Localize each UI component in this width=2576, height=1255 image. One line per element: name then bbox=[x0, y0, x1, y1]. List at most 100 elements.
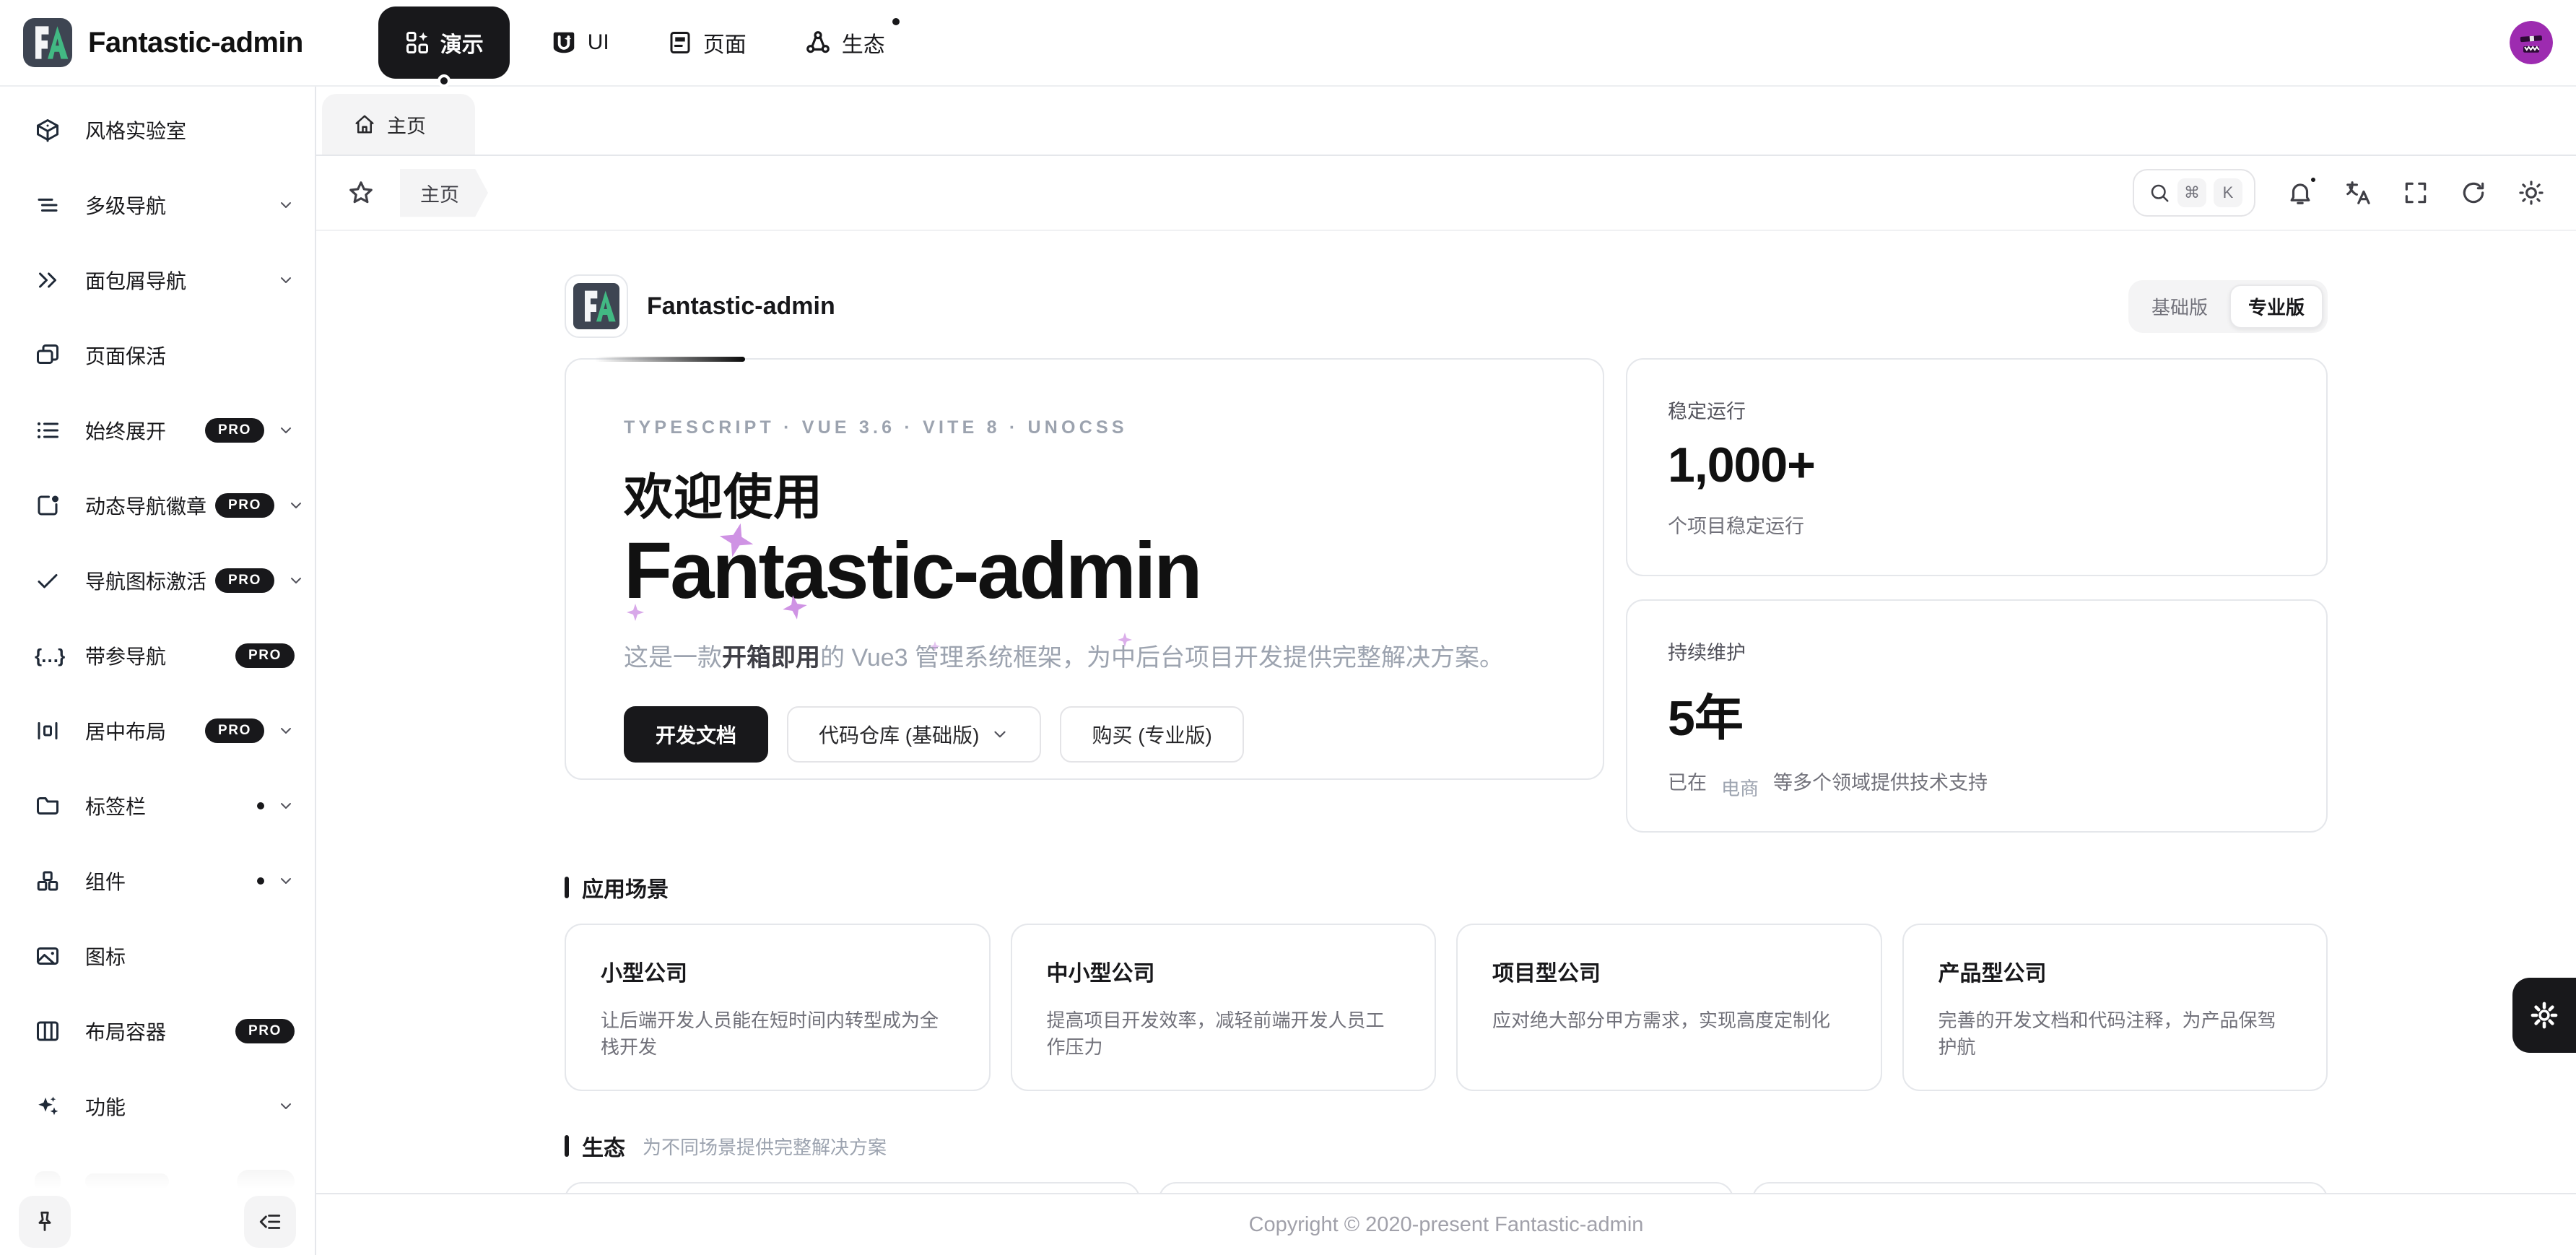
nav-item-label: 页面 bbox=[703, 27, 747, 58]
search-icon bbox=[2149, 182, 2170, 204]
section-bar bbox=[565, 877, 569, 898]
sidebar-item-dynamic-badge[interactable]: 动态导航徽章 PRO bbox=[0, 468, 315, 543]
center-layout-icon bbox=[35, 718, 61, 744]
brand-name: Fantastic-admin bbox=[88, 27, 303, 59]
refresh-icon bbox=[2460, 179, 2487, 207]
edition-basic[interactable]: 基础版 bbox=[2133, 285, 2227, 329]
footer: Copyright © 2020-present Fantastic-admin bbox=[316, 1193, 2576, 1255]
notifications-button[interactable] bbox=[2276, 168, 2325, 217]
scenarios-section: 应用场景 小型公司 让后端开发人员能在短时间内转型成为全栈开发 中小型公司 提高… bbox=[565, 872, 2328, 1091]
columns-icon bbox=[35, 1018, 61, 1044]
sidebar-bottom-bar bbox=[0, 1189, 315, 1255]
stat-label: 持续维护 bbox=[1668, 637, 2286, 665]
nav-item-ecosystem[interactable]: 生态 bbox=[787, 6, 902, 79]
sidebar-item-tabbar[interactable]: 标签栏 bbox=[0, 768, 315, 843]
chevron-down-icon bbox=[277, 872, 295, 890]
brand-logo-icon bbox=[23, 18, 72, 67]
favorite-button[interactable] bbox=[336, 168, 386, 217]
sidebar-item-params-nav[interactable]: {…} 带参导航 PRO bbox=[0, 618, 315, 693]
pro-badge: PRO bbox=[215, 493, 274, 518]
settings-panel-button[interactable] bbox=[2512, 978, 2576, 1053]
scenario-desc: 应对绝大部分甲方需求，实现高度定制化 bbox=[1492, 1006, 1846, 1033]
ui-shield-icon bbox=[550, 29, 578, 56]
scenario-card-project[interactable]: 项目型公司 应对绝大部分甲方需求，实现高度定制化 bbox=[1456, 924, 1882, 1091]
pin-sidebar-button[interactable] bbox=[19, 1196, 71, 1248]
sidebar-item-label: 带参导航 bbox=[85, 641, 166, 670]
language-button[interactable] bbox=[2333, 168, 2383, 217]
breadcrumb-label: 主页 bbox=[420, 184, 459, 206]
page-logo bbox=[565, 274, 628, 338]
sidebar-item-multi-level-nav[interactable]: 多级导航 bbox=[0, 168, 315, 243]
welcome-greeting: 欢迎使用 bbox=[624, 457, 1545, 529]
nav-item-pages[interactable]: 页面 bbox=[650, 6, 764, 79]
gear-icon bbox=[2529, 1000, 2559, 1030]
breadcrumb[interactable]: 主页 bbox=[400, 169, 488, 217]
docs-button[interactable]: 开发文档 bbox=[624, 706, 768, 763]
sidebar-item-icon-active[interactable]: 导航图标激活 PRO bbox=[0, 543, 315, 618]
scenario-desc: 完善的开发文档和代码注释，为产品保驾护航 bbox=[1938, 1006, 2292, 1059]
theme-toggle-button[interactable] bbox=[2507, 168, 2556, 217]
chevron-down-icon bbox=[277, 797, 295, 815]
chevron-down-icon bbox=[277, 422, 295, 439]
scenario-title: 项目型公司 bbox=[1492, 955, 1846, 987]
reload-button[interactable] bbox=[2449, 168, 2498, 217]
update-dot bbox=[257, 877, 264, 885]
sidebar-item-label: 组件 bbox=[85, 867, 126, 895]
scenario-title: 中小型公司 bbox=[1047, 955, 1401, 987]
page-header: Fantastic-admin 基础版 专业版 bbox=[565, 274, 2328, 338]
collapse-sidebar-button[interactable] bbox=[244, 1196, 296, 1248]
sun-icon bbox=[2518, 179, 2545, 207]
sidebar: 风格实验室 多级导航 面包屑导航 页面保活 始终展开 bbox=[0, 87, 316, 1255]
sidebar-item-components[interactable]: 组件 bbox=[0, 843, 315, 919]
sidebar-item-always-expand[interactable]: 始终展开 PRO bbox=[0, 393, 315, 468]
sidebar-item-label: 多级导航 bbox=[85, 191, 166, 220]
brand[interactable]: Fantastic-admin bbox=[23, 18, 303, 67]
nav-item-label: 演示 bbox=[440, 27, 484, 58]
tab-bar: 主页 bbox=[316, 87, 2576, 156]
main-nav: 演示 UI 页面 生态 bbox=[378, 6, 902, 79]
scenario-card-small[interactable]: 小型公司 让后端开发人员能在短时间内转型成为全栈开发 bbox=[565, 924, 991, 1091]
sidebar-item-breadcrumb-nav[interactable]: 面包屑导航 bbox=[0, 243, 315, 318]
check-icon bbox=[35, 568, 61, 594]
stat-label: 稳定运行 bbox=[1668, 396, 2286, 424]
sidebar-item-centered-layout[interactable]: 居中布局 PRO bbox=[0, 693, 315, 768]
welcome-card: TYPESCRIPT · VUE 3.6 · VITE 8 · UNOCSS 欢… bbox=[565, 358, 1604, 780]
tab-home[interactable]: 主页 bbox=[322, 94, 475, 155]
translate-icon bbox=[2344, 179, 2372, 207]
ecosystem-nodes-icon bbox=[804, 29, 832, 56]
avatar-face-icon bbox=[2510, 21, 2553, 64]
user-avatar[interactable] bbox=[2510, 21, 2553, 64]
sidebar-item-keep-alive[interactable]: 页面保活 bbox=[0, 318, 315, 393]
notification-dot bbox=[2309, 175, 2318, 184]
scenario-card-smb[interactable]: 中小型公司 提高项目开发效率，减轻前端开发人员工作压力 bbox=[1011, 924, 1437, 1091]
scenario-card-product[interactable]: 产品型公司 完善的开发文档和代码注释，为产品保驾护航 bbox=[1902, 924, 2328, 1091]
stat-card-stable: 稳定运行 1,000+ 个项目稳定运行 bbox=[1626, 358, 2328, 576]
edition-pro[interactable]: 专业版 bbox=[2229, 285, 2323, 329]
progress-strip bbox=[595, 357, 745, 362]
sidebar-item-style-lab[interactable]: 风格实验室 bbox=[0, 92, 315, 168]
fullscreen-button[interactable] bbox=[2391, 168, 2440, 217]
nav-item-demo[interactable]: 演示 bbox=[378, 6, 510, 79]
search-button[interactable]: ⌘ K bbox=[2133, 169, 2255, 217]
buy-button[interactable]: 购买 (专业版) bbox=[1060, 706, 1243, 763]
kbd-k: K bbox=[2214, 178, 2242, 207]
sidebar-item-icons[interactable]: 图标 bbox=[0, 919, 315, 994]
sidebar-item-layout-container[interactable]: 布局容器 PRO bbox=[0, 994, 315, 1069]
sidebar-item-features[interactable]: 功能 bbox=[0, 1069, 315, 1144]
home-icon bbox=[354, 113, 375, 135]
chevrons-right-icon bbox=[35, 267, 61, 293]
nav-item-ui[interactable]: UI bbox=[533, 6, 627, 79]
nav-item-label: 生态 bbox=[842, 27, 885, 58]
sidebar-item-label: 图标 bbox=[85, 942, 126, 970]
edition-toggle: 基础版 专业版 bbox=[2128, 280, 2328, 333]
chevron-down-icon bbox=[277, 196, 295, 214]
cube-dice-icon bbox=[35, 117, 61, 143]
chevron-down-icon bbox=[277, 1098, 295, 1115]
badge-dot-icon bbox=[35, 492, 61, 518]
tech-stack-eyebrow: TYPESCRIPT · VUE 3.6 · VITE 8 · UNOCSS bbox=[624, 417, 1545, 438]
scenario-desc: 让后端开发人员能在短时间内转型成为全栈开发 bbox=[601, 1006, 954, 1059]
chevron-down-icon bbox=[991, 725, 1009, 744]
nav-item-label: UI bbox=[588, 30, 609, 55]
image-icon bbox=[35, 943, 61, 969]
repo-button[interactable]: 代码仓库 (基础版) bbox=[787, 706, 1041, 763]
